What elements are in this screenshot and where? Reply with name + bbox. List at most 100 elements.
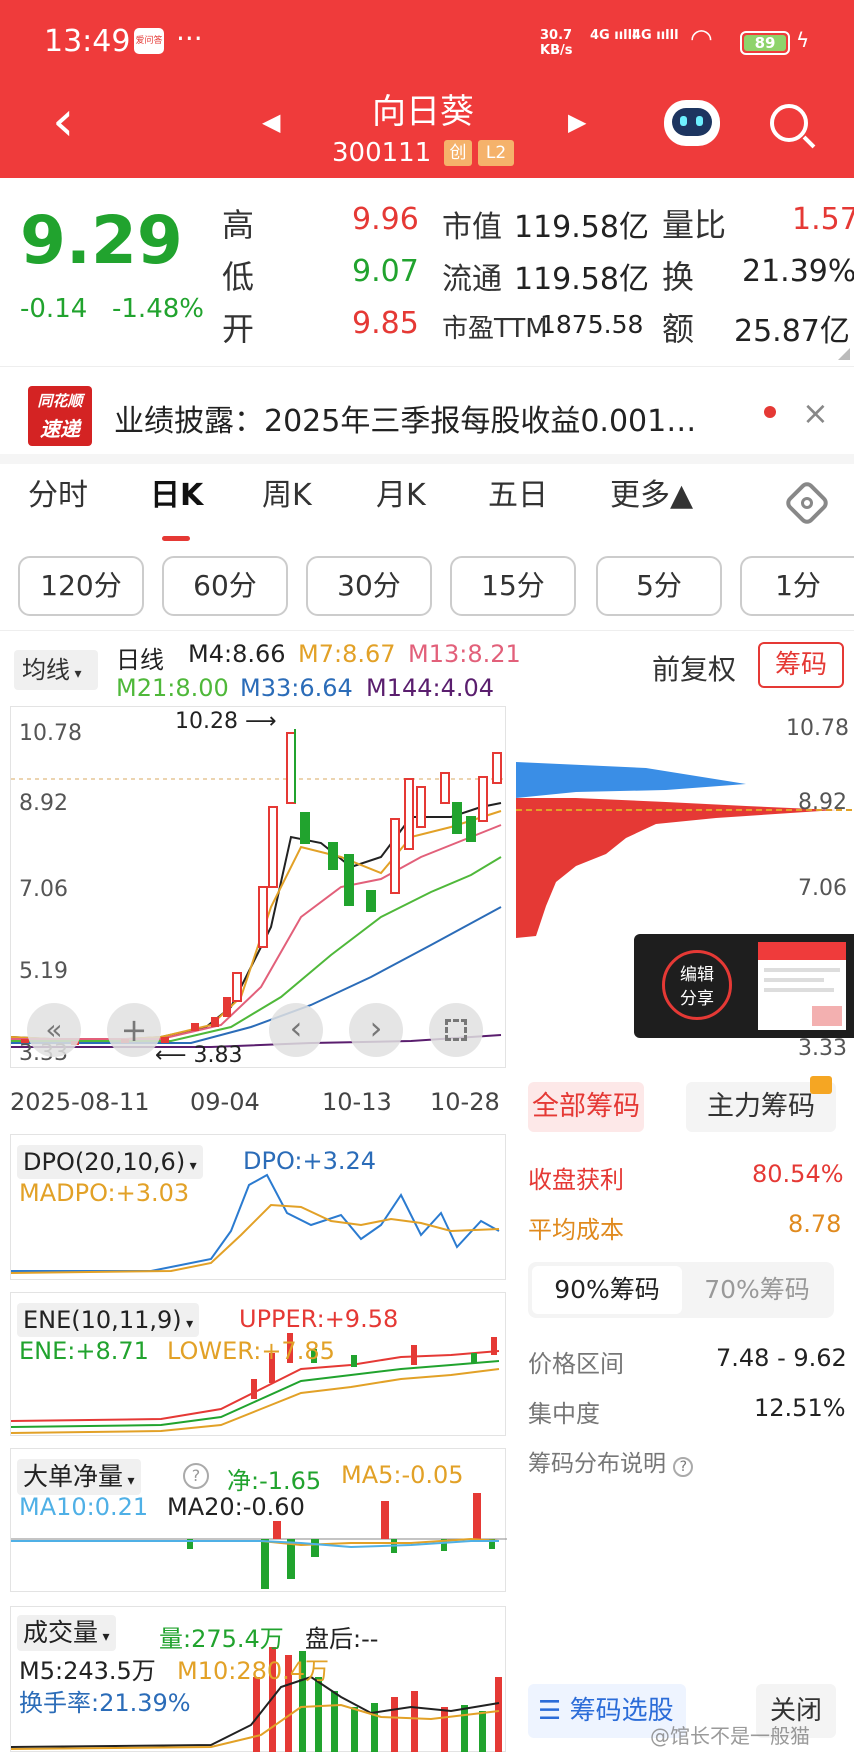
kline-xtick-2: 09-04: [190, 1088, 260, 1116]
ene-value: ENE:+8.71: [19, 1337, 149, 1365]
news-logo: 同花顺 速递: [28, 386, 92, 446]
screenshot-thumbnail[interactable]: [758, 942, 846, 1030]
ma-selector-label: 均线: [22, 656, 70, 684]
news-logo-bottom: 速递: [40, 417, 80, 441]
ma-m21: M21:8.00: [116, 674, 229, 702]
dpo-panel[interactable]: DPO(20,10,6) ▾ DPO:+3.24 MADPO:+3.03: [10, 1134, 506, 1280]
ma-selector[interactable]: 均线 ▾: [14, 650, 98, 690]
period-120min-button[interactable]: 120分: [18, 556, 144, 616]
next-stock-icon[interactable]: ▶: [568, 108, 586, 136]
tab-five-day[interactable]: 五日: [488, 470, 548, 514]
period-1min-button[interactable]: 1分: [740, 556, 854, 616]
status-more-icon: ···: [176, 22, 203, 55]
charging-icon: ϟ: [796, 28, 810, 52]
volratio-label: 量比: [662, 206, 727, 244]
avgcost-value: 8.78: [788, 1210, 842, 1238]
ma-m33: M33:6.64: [240, 674, 353, 702]
volume-selector[interactable]: 成交量 ▾: [17, 1615, 116, 1651]
volume-panel[interactable]: 成交量 ▾ 量:275.4万 盘后:-- M5:243.5万 M10:280.4…: [10, 1606, 506, 1752]
tab-more[interactable]: 更多▲: [610, 470, 693, 514]
float-label: 流通: [442, 262, 502, 297]
kline-chart[interactable]: 10.78 8.92 7.06 5.19 3.33 10.28 ⟶ ⟵ 3.83…: [10, 706, 507, 1068]
stock-code: 300111: [332, 138, 432, 168]
tab-weekly-k[interactable]: 周K: [262, 470, 312, 514]
zoom-out-left-button[interactable]: «: [27, 1003, 81, 1057]
turnover-label: 换: [662, 258, 695, 296]
bigorder-selector[interactable]: 大单净量 ▾: [17, 1459, 141, 1495]
madpo-value: MADPO:+3.03: [19, 1179, 190, 1207]
zoom-in-button[interactable]: +: [107, 1003, 161, 1057]
robot-assistant-icon[interactable]: [664, 100, 720, 146]
float-value: 119.58亿: [514, 262, 649, 297]
settings-gear-icon[interactable]: [782, 478, 832, 528]
price-change: -0.14: [20, 294, 88, 324]
turnover-value: 21.39%: [742, 254, 854, 289]
volratio-value: 1.57: [792, 202, 854, 237]
search-icon[interactable]: [770, 104, 808, 142]
share-label: 分享: [680, 989, 714, 1009]
high-value: 9.96: [352, 202, 419, 237]
lock-icon: [810, 1076, 832, 1094]
news-ticker-text[interactable]: 业绩披露：2025年三季报每股收益0.001…: [114, 396, 754, 440]
period-5min-button[interactable]: 5分: [596, 556, 722, 616]
status-time: 13:49: [44, 24, 131, 59]
bigorder-help-icon[interactable]: ?: [183, 1463, 209, 1489]
bigorder-ma10: MA10:0.21: [19, 1493, 149, 1521]
battery-icon: 89: [740, 31, 790, 55]
news-close-icon[interactable]: ×: [802, 394, 829, 432]
expand-corner-icon[interactable]: [838, 348, 850, 360]
volume-m10: M10:280.4万: [177, 1657, 330, 1685]
period-15min-button[interactable]: 15分: [450, 556, 576, 616]
ene-lower: LOWER:+7.85: [167, 1337, 335, 1365]
tab-monthly-k[interactable]: 月K: [376, 470, 426, 514]
period-30min-button[interactable]: 30分: [306, 556, 432, 616]
ene-upper: UPPER:+9.58: [239, 1305, 399, 1333]
ma-m4: M4:8.66: [188, 640, 286, 668]
segment-90-button[interactable]: 90%筹码: [532, 1266, 682, 1314]
high-label: 高: [222, 206, 255, 244]
tab-timeshare[interactable]: 分时: [28, 470, 88, 514]
ene-selector[interactable]: ENE(10,11,9) ▾: [17, 1303, 200, 1337]
open-value: 9.85: [352, 306, 419, 341]
period-60min-button[interactable]: 60分: [162, 556, 288, 616]
dpo-name: DPO(20,10,6): [23, 1148, 186, 1176]
level2-badge: L2: [478, 140, 514, 166]
big-order-panel[interactable]: 大单净量 ▾ ? 净:-1.65 MA5:-0.05 MA10:0.21 MA2…: [10, 1448, 507, 1592]
bigorder-ma20: MA20:-0.60: [167, 1493, 305, 1521]
dpo-selector[interactable]: DPO(20,10,6) ▾: [17, 1145, 203, 1179]
low-label: 低: [222, 258, 255, 296]
back-icon[interactable]: ‹: [52, 94, 74, 150]
pan-right-button[interactable]: ›: [349, 1003, 403, 1057]
ma-m13: M13:8.21: [408, 640, 521, 668]
range-label: 价格区间: [528, 1350, 624, 1378]
volume-m5: M5:243.5万: [19, 1657, 156, 1685]
profit-label: 收盘获利: [528, 1166, 624, 1194]
kline-ytick-2: 8.92: [19, 791, 68, 816]
adjust-type[interactable]: 前复权: [652, 648, 736, 688]
chips-tab-all[interactable]: 全部筹码: [528, 1082, 644, 1132]
price-change-pct: -1.48%: [112, 294, 204, 324]
fullscreen-button[interactable]: [429, 1003, 483, 1057]
pan-left-button[interactable]: ‹: [269, 1003, 323, 1057]
bigorder-net: 净:-1.65: [227, 1467, 322, 1495]
battery-level: 89: [754, 34, 776, 52]
low-value: 9.07: [352, 254, 419, 289]
app-badge-icon: 爱问答: [134, 28, 164, 54]
volume-value: 量:275.4万: [159, 1625, 284, 1653]
edit-share-button[interactable]: 编辑 分享: [662, 950, 732, 1020]
tab-daily-k[interactable]: 日K: [150, 470, 203, 514]
prev-stock-icon[interactable]: ◀: [262, 108, 280, 136]
kline-low-mark: ⟵ 3.83: [155, 1043, 243, 1068]
news-logo-top: 同花顺: [37, 392, 83, 410]
chips-explain-link[interactable]: 筹码分布说明 ?: [528, 1444, 694, 1478]
volume-after-hours: 盘后:--: [305, 1625, 379, 1653]
chips-ytick-4: 3.33: [798, 1036, 847, 1061]
edit-share-popup[interactable]: 编辑 分享: [634, 934, 854, 1038]
kline-ytick-4: 5.19: [19, 959, 68, 984]
segment-70-button[interactable]: 70%筹码: [684, 1266, 830, 1314]
avgcost-label: 平均成本: [528, 1216, 624, 1244]
chips-ratio-segment: 90%筹码 70%筹码: [528, 1262, 834, 1318]
chips-toggle-button[interactable]: 筹码: [758, 642, 844, 688]
ene-panel[interactable]: ENE(10,11,9) ▾ UPPER:+9.58 ENE:+8.71 LOW…: [10, 1292, 506, 1436]
section-gap-2: [0, 630, 854, 631]
